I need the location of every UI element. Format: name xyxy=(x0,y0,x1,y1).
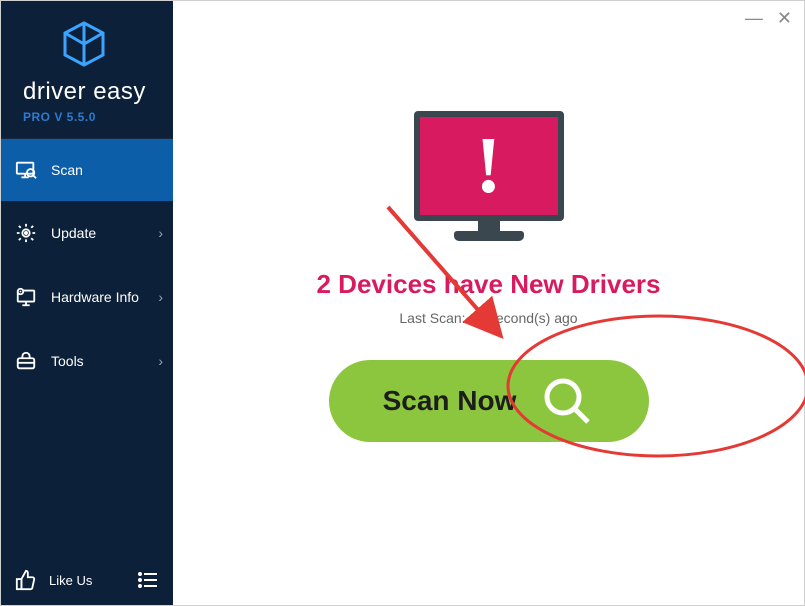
chevron-right-icon: › xyxy=(158,225,163,241)
toolbox-icon xyxy=(15,350,37,372)
logo-icon xyxy=(61,21,161,72)
sidebar-item-update[interactable]: Update › xyxy=(1,201,173,265)
like-us-button[interactable]: Like Us xyxy=(49,573,92,588)
main-panel: — ✕ ! 2 Devices have New Drivers Last Sc… xyxy=(173,1,804,605)
sidebar-item-label: Update xyxy=(51,225,96,241)
wordmark: driver easy xyxy=(23,78,161,106)
logo-block: driver easy PRO V 5.5.0 xyxy=(1,1,173,139)
gear-update-icon xyxy=(15,222,37,244)
sidebar-item-tools[interactable]: Tools › xyxy=(1,329,173,393)
version-label: PRO V 5.5.0 xyxy=(23,110,161,124)
monitor-gear-icon xyxy=(15,286,37,308)
scan-now-label: Scan Now xyxy=(383,385,517,417)
last-scan-text: Last Scan: 13 second(s) ago xyxy=(399,310,577,326)
nav: Scan Update › xyxy=(1,139,173,555)
content: ! 2 Devices have New Drivers Last Scan: … xyxy=(173,1,804,605)
scan-now-button[interactable]: Scan Now xyxy=(329,360,649,442)
sidebar-item-hardware-info[interactable]: Hardware Info › xyxy=(1,265,173,329)
menu-icon[interactable] xyxy=(137,571,161,589)
app-window: driver easy PRO V 5.5.0 Scan xyxy=(0,0,805,606)
sidebar: driver easy PRO V 5.5.0 Scan xyxy=(1,1,173,605)
chevron-right-icon: › xyxy=(158,353,163,369)
sidebar-item-label: Hardware Info xyxy=(51,289,139,305)
monitor-alert-icon: ! xyxy=(414,111,564,241)
bottom-bar: Like Us xyxy=(1,555,173,605)
chevron-right-icon: › xyxy=(158,289,163,305)
sidebar-item-scan[interactable]: Scan xyxy=(1,139,173,201)
thumbs-up-icon xyxy=(15,569,37,591)
search-icon xyxy=(540,374,594,428)
headline: 2 Devices have New Drivers xyxy=(317,269,661,300)
monitor-search-icon xyxy=(15,159,37,181)
sidebar-item-label: Scan xyxy=(51,162,83,178)
sidebar-item-label: Tools xyxy=(51,353,84,369)
